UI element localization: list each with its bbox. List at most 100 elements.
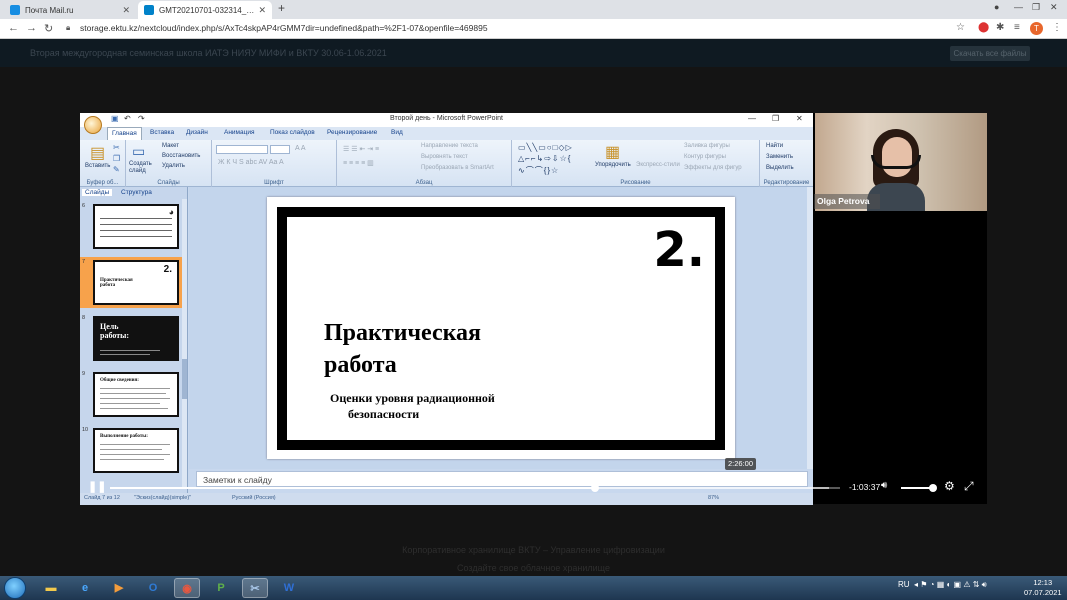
close-tab-icon[interactable]: ✕ <box>258 5 266 16</box>
notes-pane: Заметки к слайду <box>196 471 808 487</box>
new-slide-label: Создать слайд <box>129 161 152 174</box>
forward-icon[interactable]: → <box>26 22 37 34</box>
ppt-close-icon: ✕ <box>796 114 803 123</box>
slides-group: ▭ Создать слайд Макет Восстановить Удали… <box>126 140 212 187</box>
new-slide-icon: ▭ <box>132 143 146 159</box>
slide-thumbnail: 10 Выполнение работы: <box>80 425 184 476</box>
back-icon[interactable]: ← <box>8 22 19 34</box>
lock-icon[interactable]: 🔒︎ <box>66 23 70 33</box>
ppt-minimize-icon: — <box>748 114 756 123</box>
close-tab-icon[interactable]: ✕ <box>122 5 130 16</box>
editing-group: Найти Заменить Выделить Редактирование <box>760 140 813 187</box>
thumbnail-number: 7 <box>82 259 86 265</box>
seek-bar[interactable] <box>110 484 840 492</box>
pause-button-icon[interactable]: ❚❚ <box>88 480 106 493</box>
restore-window-icon[interactable]: ❐ <box>1032 2 1040 13</box>
thumb-text-line <box>100 403 160 404</box>
paste-icon: ▤ <box>90 145 106 162</box>
slides-pane-tabs: Слайды Структура <box>80 189 188 199</box>
drawing-group: ▭╲╲▭○□◇▷ △⌐⌐↳⇨⇩☆{ ∿⌒⌒{}☆ ▦ Упорядочить Э… <box>512 140 760 187</box>
clock-date: 07.07.2021 <box>1024 588 1062 597</box>
bookmark-star-icon[interactable]: ☆ <box>956 22 965 33</box>
select-label: Выделить <box>766 165 794 171</box>
thumb-text-line <box>100 398 170 399</box>
slide-subtitle-line-1: Оценки уровня радиационной <box>330 391 495 405</box>
record-icon: ● <box>994 2 1000 12</box>
thumb-text-line <box>100 354 150 355</box>
paragraph-group: ☰ ☰ ⇤ ⇥ ≡ ≡ ≡ ≡ ≡ ▥ Направление текста В… <box>337 140 512 187</box>
ppt-restore-icon: ❐ <box>772 114 780 123</box>
project-icon[interactable]: P <box>208 578 234 598</box>
tray-icons[interactable]: ◂ ⚑ ◔ ▦ ◐ ▣ ⚠ ⇅ 🔊︎ <box>912 580 987 589</box>
thumb-text-line <box>100 449 162 450</box>
delete-slide-label: Удалить <box>162 163 185 169</box>
thumbnail-title: Цель работы: <box>100 322 130 340</box>
chrome-icon[interactable]: ◉ <box>174 578 200 598</box>
volume-handle[interactable] <box>929 484 937 492</box>
media-player-icon[interactable]: ▶ <box>106 578 132 598</box>
footer-line-1: Корпоративное хранилище ВКТУ – Управлени… <box>402 545 665 555</box>
ribbon-tabs: Главная Вставка Дизайн Анимация Показ сл… <box>80 127 813 140</box>
input-language[interactable]: RU <box>898 580 910 589</box>
slide-counter: Слайд 7 из 12 <box>84 495 120 501</box>
thumbnail-number: 10 <box>82 427 89 433</box>
word-icon[interactable]: W <box>276 578 302 598</box>
thumbnail-image: ◕ <box>93 204 179 249</box>
thumbnail-title: Практическая работа <box>100 278 133 288</box>
slides-group-label: Слайды <box>157 180 180 186</box>
reload-icon[interactable]: ↻ <box>44 22 53 35</box>
page-header: Вторая междугородная семинская школа ИАТ… <box>0 39 1067 67</box>
font-size-box <box>270 145 290 154</box>
snipping-tool-icon[interactable]: ✂ <box>242 578 268 598</box>
font-style-buttons: Ж К Ч S abc AV Aa A <box>218 159 284 166</box>
tab-mail[interactable]: Почта Mail.ru ✕ <box>4 1 136 19</box>
shape-outline-label: Контур фигуры <box>684 154 726 160</box>
video-player[interactable]: Второй день - Microsoft PowerPoint ▣ ↶ ↷… <box>80 113 987 505</box>
extension-adblock-icon[interactable]: ⬤ <box>978 22 989 33</box>
reading-list-icon[interactable]: ≡ <box>1014 22 1020 33</box>
thumbnail-image: Выполнение работы: <box>93 428 179 473</box>
thumb-pie-icon: ◕ <box>168 207 174 217</box>
paste-label: Вставить <box>85 163 111 169</box>
tab-slides: Слайды <box>82 189 113 196</box>
zoom-level: 87% <box>708 495 720 501</box>
thumb-text-line <box>100 459 164 460</box>
download-all-button[interactable]: Скачать все файлы <box>950 46 1030 61</box>
volume-slider[interactable] <box>901 484 937 492</box>
paragraph-group-label: Абзац <box>415 180 433 186</box>
headset-icon <box>871 155 921 169</box>
slide-thumbnail: 6 ◕ <box>80 201 184 252</box>
ribbon-tab-animation: Анимация <box>224 129 255 136</box>
new-tab-icon[interactable]: + <box>278 1 285 15</box>
thumbnail-image: Цель работы: <box>93 316 179 361</box>
thumbnail-number: 6 <box>82 203 86 209</box>
participant-name: Olga Petrova <box>814 194 880 209</box>
settings-gear-icon[interactable]: ⚙ <box>944 479 955 493</box>
editing-group-label: Редактирование <box>763 180 810 186</box>
thumb-table-line <box>100 218 172 219</box>
internet-explorer-icon[interactable]: e <box>72 578 98 598</box>
ribbon: ▤ Вставить ✂ ❐ ✎ Буфер об... ▭ Создать с… <box>80 140 813 187</box>
fullscreen-icon[interactable]: ⤢ <box>964 479 974 494</box>
start-button-icon[interactable] <box>4 577 26 599</box>
outlook-icon[interactable]: O <box>140 578 166 598</box>
ribbon-tab-insert: Вставка <box>150 129 175 136</box>
font-name-box <box>216 145 268 154</box>
system-clock[interactable]: 12:13 07.07.2021 <box>1024 578 1062 598</box>
browser-menu-icon[interactable]: ⋮ <box>1052 22 1062 33</box>
profile-avatar[interactable]: T <box>1030 22 1043 35</box>
ppt-window-title: Второй день - Microsoft PowerPoint <box>390 115 503 122</box>
file-explorer-icon[interactable]: ▬ <box>38 578 64 598</box>
slide-title-line-2: работа <box>324 352 397 378</box>
tab-recording[interactable]: GMT20210701-032314_Recor ✕ <box>138 1 272 19</box>
arrange-label: Упорядочить <box>595 162 631 168</box>
thumbnail-image: Общие сведения: <box>93 372 179 417</box>
minimize-window-icon[interactable]: — <box>1014 2 1023 12</box>
remaining-time: -1:03:37 <box>849 482 881 492</box>
text-direction-label: Направление текста <box>421 143 478 149</box>
thumbnail-title: Выполнение работы: <box>100 434 148 439</box>
volume-icon[interactable]: 🔊︎ <box>881 480 887 491</box>
close-window-icon[interactable]: ✕ <box>1050 2 1058 13</box>
url-field[interactable]: storage.ektu.kz/nextcloud/index.php/s/Ax… <box>80 23 488 33</box>
extensions-puzzle-icon[interactable]: ✱ <box>996 22 1004 33</box>
